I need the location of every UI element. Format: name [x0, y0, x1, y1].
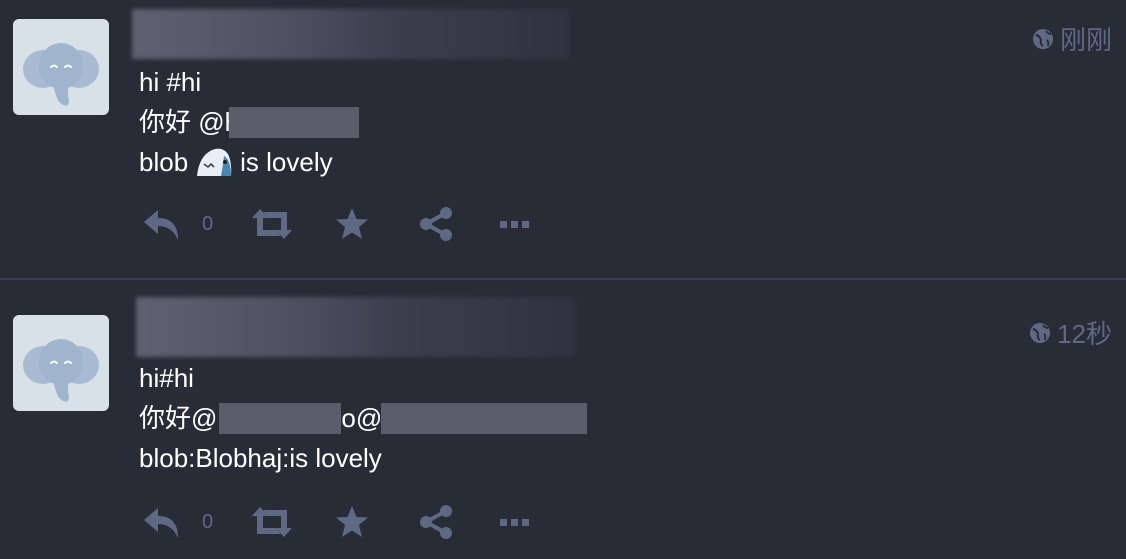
more-icon: [500, 221, 530, 228]
boost-button[interactable]: [250, 504, 294, 540]
elephant-avatar-icon: [22, 42, 100, 107]
favourite-button[interactable]: [334, 504, 370, 540]
blobhaj-emoji-icon: [197, 148, 232, 176]
display-name-redacted[interactable]: [132, 9, 570, 59]
reply-icon: [144, 508, 178, 538]
content-text: blob:Blobhaj:is lovely: [139, 443, 382, 473]
status-content: hi#hi 你好@ o@c blob:Blobhaj:is lovely: [139, 358, 588, 478]
content-line: blob is lovely: [139, 142, 359, 182]
display-name-redacted[interactable]: [136, 297, 576, 357]
reply-count: 0: [202, 212, 214, 235]
share-button[interactable]: [418, 504, 454, 540]
status-timestamp[interactable]: 12秒: [1029, 314, 1112, 351]
content-line: 你好 @h: [139, 102, 360, 142]
status-action-bar: 0: [142, 504, 532, 540]
status-content: hi #hi 你好 @h blob is lovely: [139, 62, 360, 182]
timestamp-text: 刚刚: [1059, 25, 1112, 55]
redacted-mention: [229, 106, 360, 138]
avatar[interactable]: [13, 315, 109, 411]
content-line: blob:Blobhaj:is lovely: [139, 438, 587, 478]
status-timestamp[interactable]: 刚刚: [1031, 20, 1112, 57]
avatar[interactable]: [13, 19, 109, 115]
reply-button[interactable]: 0: [142, 504, 213, 540]
boost-icon: [252, 507, 293, 537]
reply-count: 0: [202, 510, 214, 533]
globe-icon: [1031, 27, 1054, 50]
star-icon: [336, 208, 369, 239]
favourite-button[interactable]: [334, 206, 370, 242]
timestamp-text: 12秒: [1057, 319, 1112, 349]
boost-button[interactable]: [250, 206, 294, 242]
reply-button[interactable]: 0: [142, 206, 213, 242]
status-card[interactable]: 12秒 hi#hi 你好@ o@c blob:Blobhaj:is lovely…: [0, 280, 1126, 559]
reply-icon: [144, 210, 178, 240]
share-button[interactable]: [418, 206, 454, 242]
globe-icon: [1029, 321, 1052, 344]
more-icon: [500, 519, 530, 526]
content-text: hi #hi: [139, 67, 202, 97]
share-icon: [420, 505, 453, 539]
boost-icon: [252, 209, 293, 239]
elephant-avatar-icon: [22, 338, 100, 403]
content-text: hi#hi: [139, 363, 194, 393]
status-card[interactable]: 刚刚 hi #hi 你好 @h blob is lovely 0: [0, 0, 1126, 278]
more-button[interactable]: [498, 206, 532, 242]
content-line: 你好@ o@c: [139, 398, 588, 438]
redacted-domain: [381, 402, 588, 434]
content-text: blob: [139, 147, 189, 177]
content-line: hi #hi: [139, 62, 359, 102]
redacted-mention: [219, 402, 342, 434]
content-text: is lovely: [240, 147, 333, 177]
more-button[interactable]: [498, 504, 532, 540]
mention-text[interactable]: 你好 @h: [139, 102, 239, 142]
mention-text[interactable]: 你好@: [139, 398, 217, 438]
content-line: hi#hi: [139, 358, 587, 398]
share-icon: [420, 207, 453, 241]
status-action-bar: 0: [142, 206, 532, 242]
star-icon: [336, 506, 369, 537]
